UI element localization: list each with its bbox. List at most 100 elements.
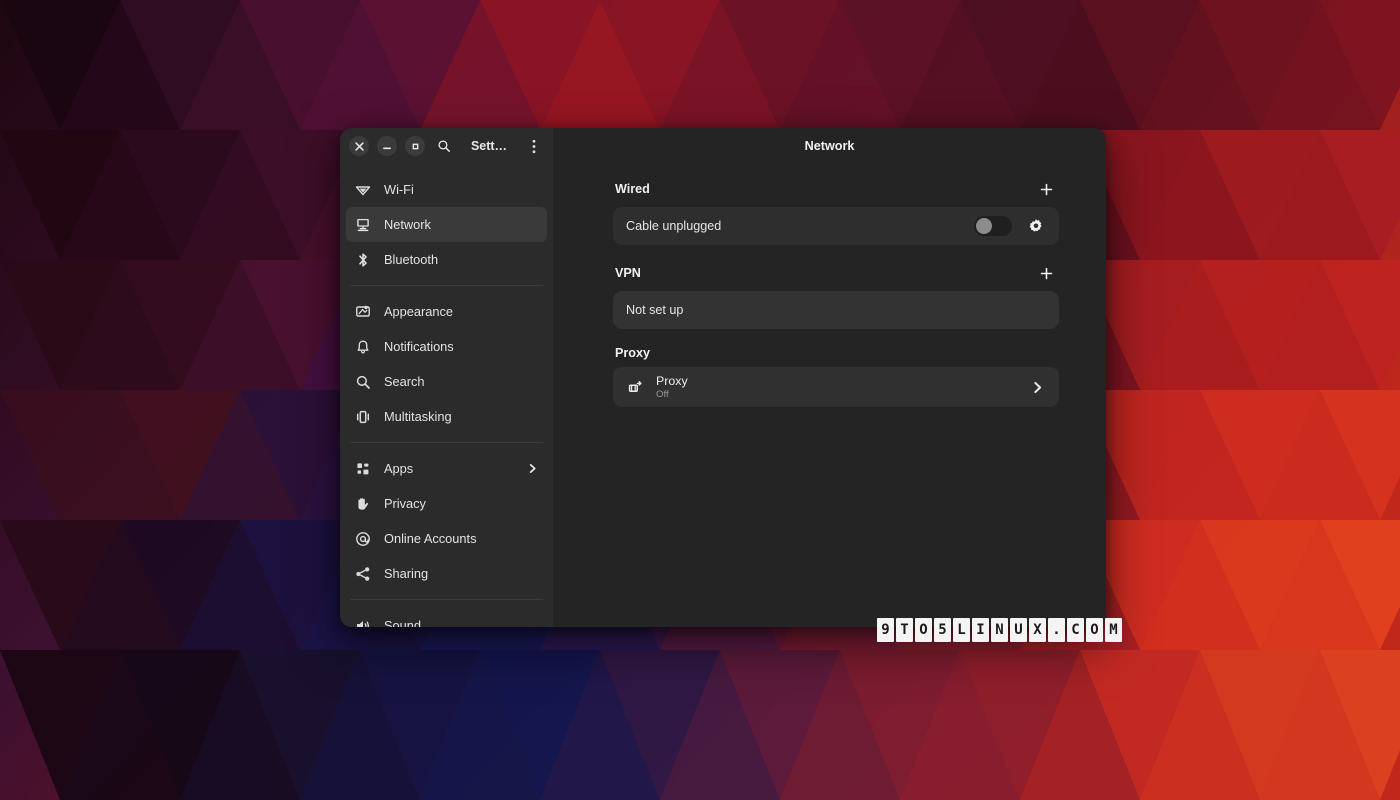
sidebar-item-online-accounts[interactable]: Online Accounts [346,521,547,556]
watermark-char: N [991,618,1008,642]
wired-section-header: Wired [613,178,1059,207]
sidebar-separator [350,599,543,600]
search-icon [355,374,371,390]
plus-icon [1040,183,1053,196]
bell-icon [355,339,371,355]
add-wired-button[interactable] [1035,178,1057,200]
page-title: Network [805,139,855,153]
sidebar-item-label: Network [384,217,538,232]
watermark-char: I [972,618,989,642]
vpn-section: VPN Not set up [613,262,1059,329]
settings-window: Sett… [340,128,1106,627]
add-vpn-button[interactable] [1035,262,1057,284]
watermark-char: O [1086,618,1103,642]
sidebar-item-notifications[interactable]: Notifications [346,329,547,364]
search-icon [437,139,451,153]
sidebar-item-label: Search [384,374,538,389]
at-sign-icon [355,531,371,547]
watermark-char: . [1048,618,1065,642]
speaker-icon [355,618,371,628]
sidebar-item-label: Appearance [384,304,538,319]
proxy-row-subtitle: Off [656,389,1029,400]
watermark-char: L [953,618,970,642]
wired-section: Wired Cable unplugged [613,178,1059,245]
sidebar-item-wi-fi[interactable]: Wi-Fi [346,172,547,207]
gear-icon [1028,218,1044,234]
sidebar-item-label: Multitasking [384,409,538,424]
proxy-section-header: Proxy [613,346,1059,367]
sidebar-item-label: Privacy [384,496,538,511]
watermark: 9TO5LINUX.COM [877,618,1122,642]
sidebar-list: Wi-Fi Network [340,164,553,627]
vpn-title: VPN [615,266,641,280]
chevron-right-icon [526,463,538,475]
sidebar-item-label: Notifications [384,339,538,354]
watermark-char: O [915,618,932,642]
proxy-row[interactable]: Proxy Off [613,367,1059,407]
main-menu-button[interactable] [523,135,545,157]
sidebar-item-apps[interactable]: Apps [346,451,547,486]
sidebar-item-label: Bluetooth [384,252,538,267]
sidebar-separator [350,442,543,443]
sidebar-item-label: Sharing [384,566,538,581]
chevron-right-icon [1031,381,1044,394]
sidebar-item-search[interactable]: Search [346,364,547,399]
window-titlebar: Sett… [340,128,553,164]
network-icon [355,217,371,233]
watermark-char: U [1010,618,1027,642]
sidebar-item-label: Apps [384,461,513,476]
share-nodes-icon [355,566,371,582]
multitasking-icon [355,409,371,425]
proxy-chevron-button[interactable] [1029,379,1045,395]
sidebar-item-bluetooth[interactable]: Bluetooth [346,242,547,277]
sidebar-item-label: Wi-Fi [384,182,538,197]
wired-title: Wired [615,182,650,196]
proxy-icon [626,379,643,396]
proxy-section: Proxy Proxy Off [613,346,1059,407]
search-button[interactable] [433,135,455,157]
maximize-button[interactable] [405,136,425,156]
sidebar-item-privacy[interactable]: Privacy [346,486,547,521]
vpn-section-header: VPN [613,262,1059,291]
maximize-icon [411,142,420,151]
wired-status-label: Cable unplugged [626,219,974,233]
window-title: Sett… [463,139,515,153]
plus-icon [1040,267,1053,280]
sidebar-item-network[interactable]: Network [346,207,547,242]
watermark-char: 9 [877,618,894,642]
sidebar-item-label: Online Accounts [384,531,538,546]
wired-settings-button[interactable] [1026,217,1045,236]
content-header: Network [553,128,1106,164]
watermark-char: X [1029,618,1046,642]
content-inner: Wired Cable unplugged [553,164,1106,627]
wifi-icon [355,182,371,198]
window-body: Sett… [340,128,1106,627]
bluetooth-icon [355,252,371,268]
close-button[interactable] [349,136,369,156]
sidebar-item-appearance[interactable]: Appearance [346,294,547,329]
watermark-char: M [1105,618,1122,642]
apps-grid-icon [355,461,371,477]
vpn-status-label: Not set up [626,303,1045,317]
toggle-knob [976,218,992,234]
sidebar-item-sound[interactable]: Sound [346,608,547,627]
minimize-icon [382,142,392,151]
sidebar-separator [350,285,543,286]
appearance-icon [355,304,371,320]
watermark-char: 5 [934,618,951,642]
wired-connection-row: Cable unplugged [613,207,1059,245]
watermark-char: C [1067,618,1084,642]
minimize-button[interactable] [377,136,397,156]
watermark-char: T [896,618,913,642]
sidebar-item-multitasking[interactable]: Multitasking [346,399,547,434]
sidebar: Sett… [340,128,553,627]
sidebar-item-label: Sound [384,618,538,627]
sidebar-item-sharing[interactable]: Sharing [346,556,547,591]
proxy-row-title: Proxy [656,374,1029,388]
close-icon [355,142,364,151]
privacy-hand-icon [355,496,371,512]
content-area: Network Wired Cable unplugged [553,128,1106,627]
wired-toggle[interactable] [974,216,1012,236]
menu-vertical-dots-icon [532,139,536,154]
proxy-title: Proxy [615,346,650,360]
